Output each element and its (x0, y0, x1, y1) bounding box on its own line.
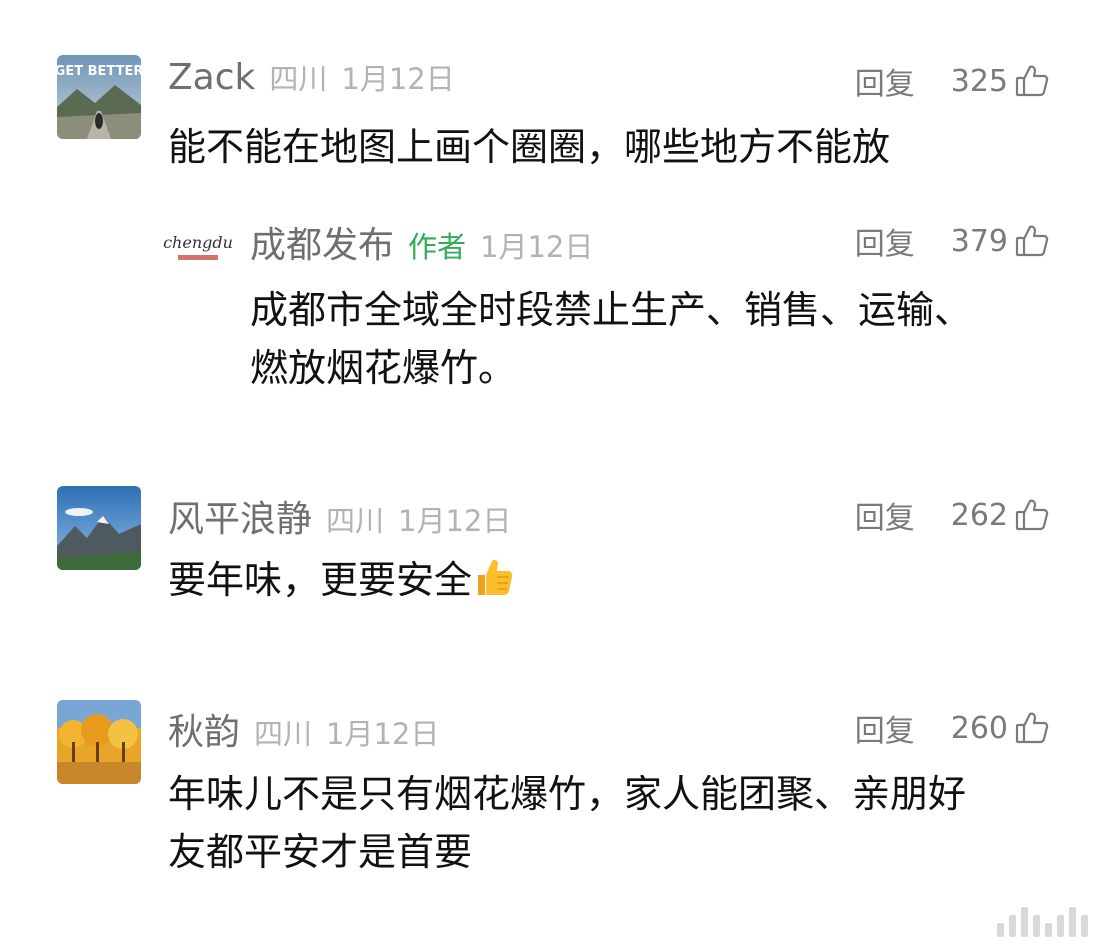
comment-text: 要年味，更要安全 (168, 558, 473, 602)
comment-date: 1月12日 (398, 504, 512, 538)
author-badge: 作者 (408, 230, 467, 264)
avatar-text: GET BETTER (57, 64, 141, 79)
reply-button[interactable]: 回复 (855, 493, 915, 537)
like-count: 262 (950, 497, 1008, 533)
reply-button[interactable]: 回复 (855, 706, 915, 750)
avatar-text: chengdu (163, 233, 233, 252)
reply-actions: 回复 379 (855, 216, 1050, 266)
thumbs-up-icon[interactable] (1014, 497, 1050, 533)
watermark-bars (997, 907, 1088, 937)
thumbs-up-icon[interactable] (1014, 223, 1050, 259)
comment-date: 1月12日 (341, 62, 455, 96)
comment-text-line1: 年味儿不是只有烟花爆竹，家人能团聚、亲朋好 (168, 772, 967, 816)
comment-text: 能不能在地图上画个圈圈，哪些地方不能放 (168, 125, 891, 169)
username[interactable]: Zack (168, 57, 255, 98)
thumbs-up-icon[interactable] (1014, 63, 1050, 99)
like-count: 260 (950, 710, 1008, 746)
comment-text-container: 要年味，更要安全 (168, 554, 516, 606)
comment-actions: 回复 260 (855, 703, 1050, 753)
like-count: 325 (950, 63, 1008, 99)
avatar[interactable]: chengdu (160, 210, 236, 286)
thumbs-up-emoji-icon (472, 555, 516, 599)
reply-header: 成都发布 作者 1月12日 (250, 216, 593, 266)
comment-date: 1月12日 (480, 230, 594, 264)
reply-button[interactable]: 回复 (855, 219, 915, 263)
username[interactable]: 成都发布 (250, 216, 394, 268)
comment-header: Zack 四川 1月12日 (168, 56, 455, 106)
username[interactable]: 风平浪静 (168, 490, 312, 542)
comment-text-line2: 友都平安才是首要 (168, 830, 473, 874)
avatar[interactable] (57, 486, 141, 570)
reply-text-line1: 成都市全域全时段禁止生产、销售、运输、 (250, 288, 973, 332)
avatar[interactable] (57, 700, 141, 784)
like-count: 379 (950, 223, 1008, 259)
comment-actions: 回复 262 (855, 490, 1050, 540)
location: 四川 (326, 504, 385, 538)
reply-button[interactable]: 回复 (855, 59, 915, 103)
location: 四川 (254, 717, 313, 751)
username[interactable]: 秋韵 (168, 703, 240, 755)
comment-header: 风平浪静 四川 1月12日 (168, 490, 511, 540)
comment-actions: 回复 325 (855, 56, 1050, 106)
location: 四川 (269, 62, 328, 96)
reply-text-line2: 燃放烟花爆竹。 (250, 346, 517, 390)
comment-date: 1月12日 (326, 717, 440, 751)
comment-header: 秋韵 四川 1月12日 (168, 703, 439, 753)
thumbs-up-icon[interactable] (1014, 710, 1050, 746)
avatar[interactable]: GET BETTER (57, 55, 141, 139)
